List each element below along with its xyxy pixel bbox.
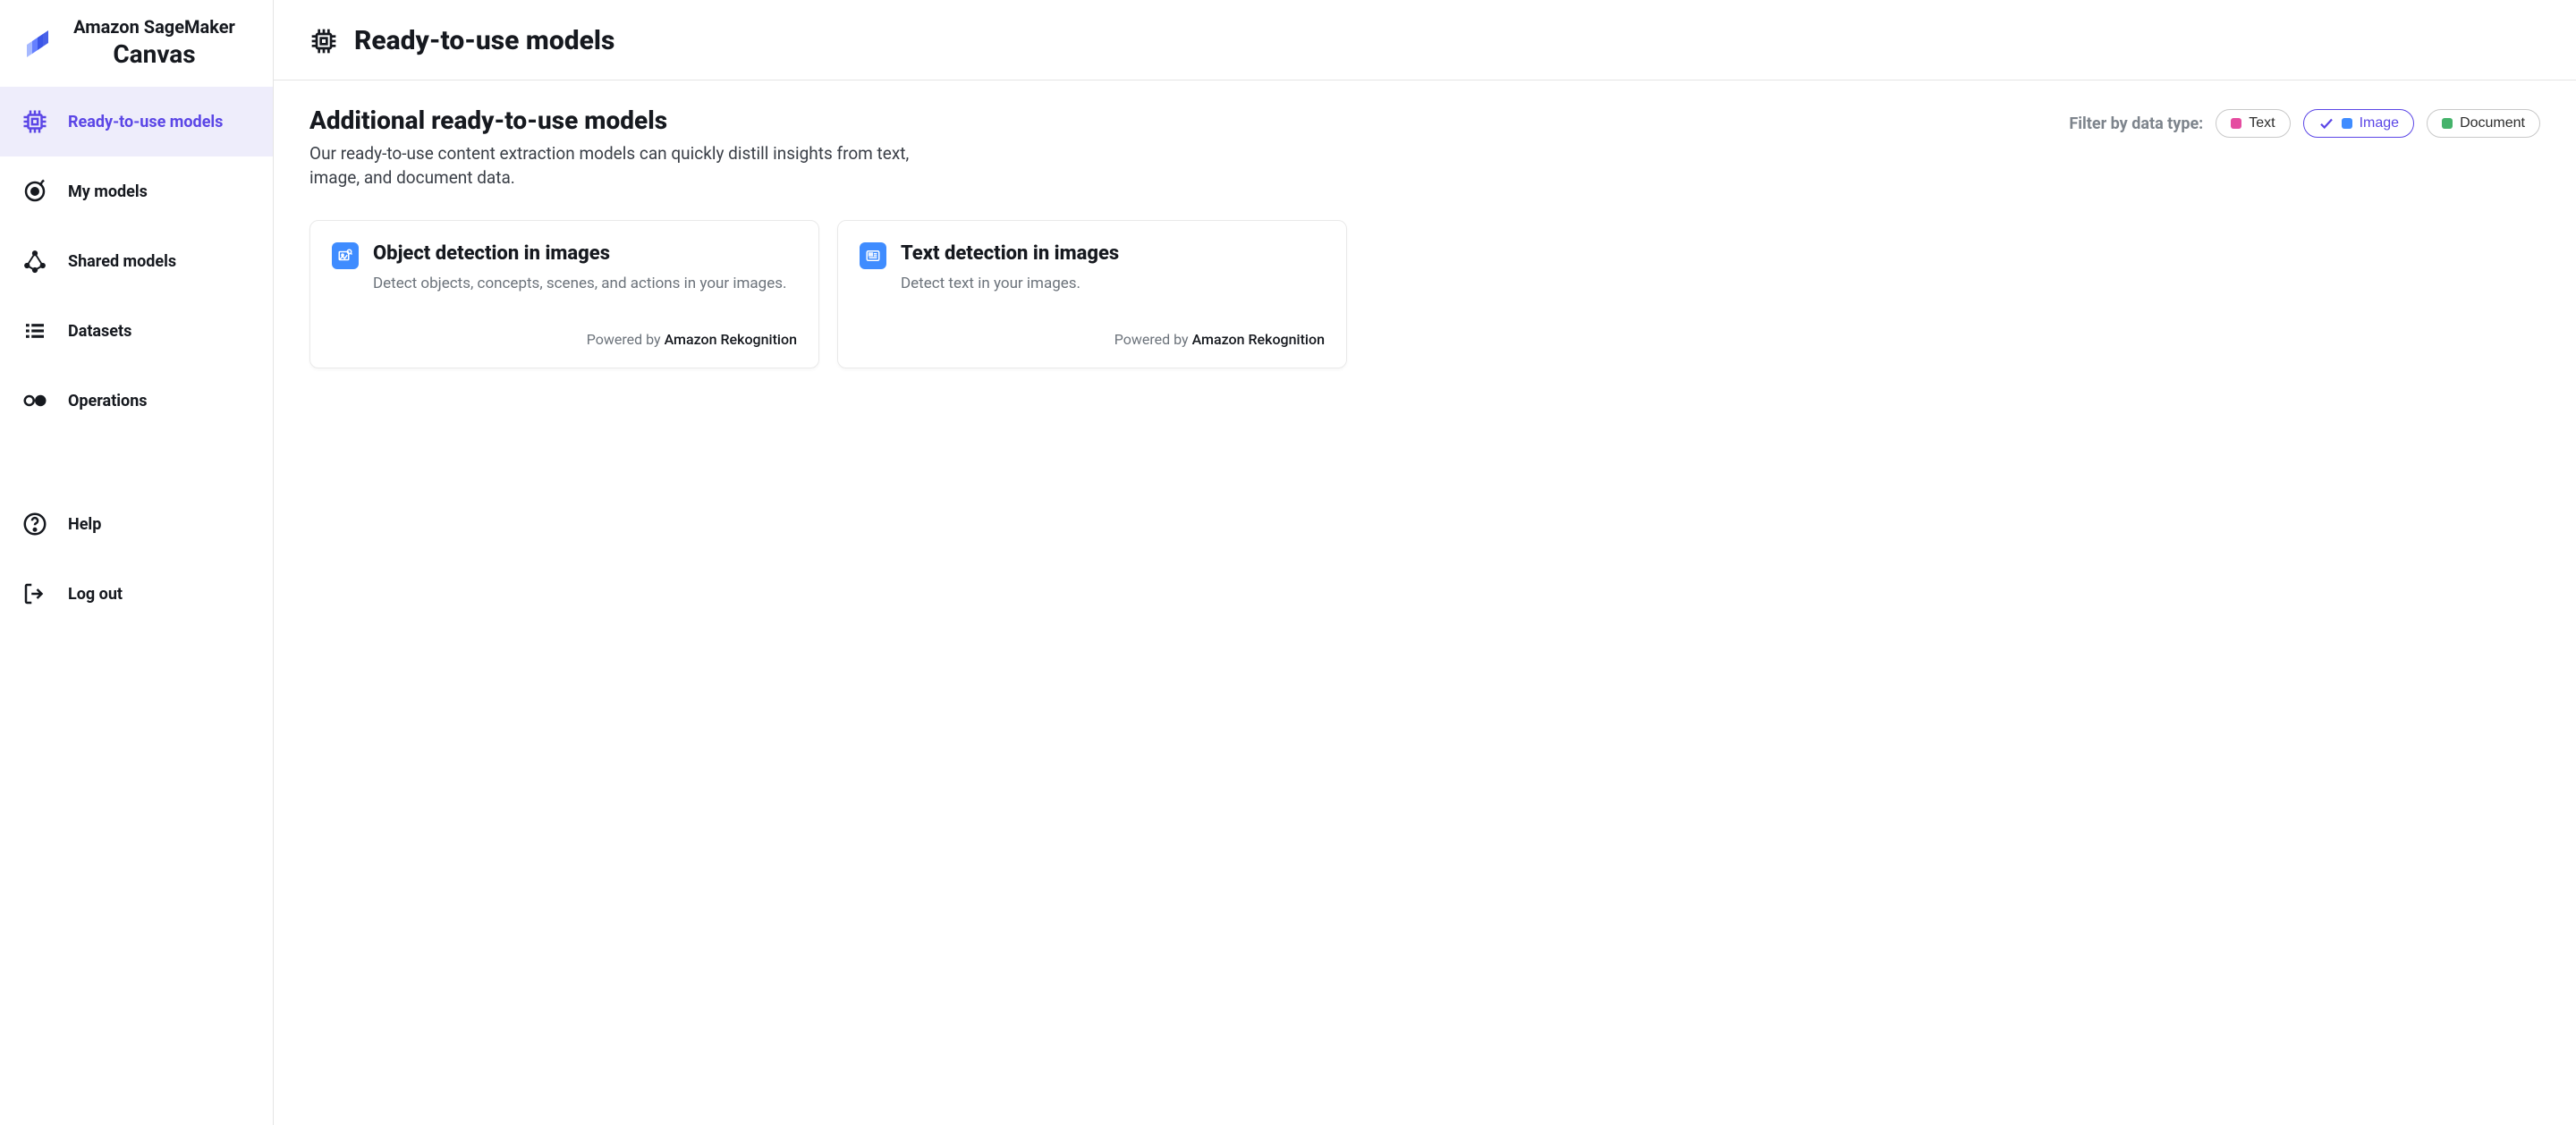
sidebar-item-label: My models <box>68 182 148 201</box>
image-text-icon <box>860 242 886 269</box>
sidebar-item-operations[interactable]: Operations <box>0 366 273 436</box>
sidebar-item-label: Log out <box>68 585 123 604</box>
section-head-left: Additional ready-to-use models Our ready… <box>309 106 918 190</box>
filter-chip-label: Image <box>2360 115 2399 131</box>
swatch-icon <box>2231 118 2241 129</box>
filters: Filter by data type: Text Image Document <box>2069 109 2540 138</box>
nav: Ready-to-use models My models Shared mod… <box>0 87 273 629</box>
provider-name: Amazon Rekognition <box>665 331 797 348</box>
brand: Amazon SageMaker Canvas <box>0 16 273 87</box>
section-title: Additional ready-to-use models <box>309 106 918 135</box>
filter-chip-label: Text <box>2249 115 2275 131</box>
sidebar-item-shared-models[interactable]: Shared models <box>0 226 273 296</box>
swatch-icon <box>2442 118 2453 129</box>
help-icon <box>21 511 48 537</box>
card-title: Text detection in images <box>901 242 1325 265</box>
network-icon <box>21 248 48 275</box>
page-header: Ready-to-use models <box>274 0 2576 80</box>
powered-by-prefix: Powered by <box>1114 331 1192 348</box>
card-top: Object detection in images Detect object… <box>332 242 797 295</box>
image-search-icon <box>332 242 359 269</box>
filter-chip-image[interactable]: Image <box>2303 109 2414 138</box>
target-icon <box>21 178 48 205</box>
list-icon <box>21 317 48 344</box>
canvas-logo-icon <box>21 25 54 57</box>
sidebar-item-datasets[interactable]: Datasets <box>0 296 273 366</box>
sidebar-item-label: Ready-to-use models <box>68 113 223 131</box>
filter-chip-document[interactable]: Document <box>2427 109 2540 138</box>
filter-chip-text[interactable]: Text <box>2216 109 2290 138</box>
operations-icon <box>21 387 48 414</box>
card-top: Text detection in images Detect text in … <box>860 242 1325 295</box>
card-footer: Powered by Amazon Rekognition <box>332 331 797 348</box>
card-title: Object detection in images <box>373 242 797 265</box>
logout-icon <box>21 580 48 607</box>
sidebar-item-help[interactable]: Help <box>0 489 273 559</box>
content: Additional ready-to-use models Our ready… <box>274 80 2576 393</box>
brand-line2: Canvas <box>54 39 255 69</box>
nav-spacer <box>0 436 273 489</box>
sidebar-item-ready-to-use[interactable]: Ready-to-use models <box>0 87 273 156</box>
card-desc: Detect text in your images. <box>901 274 1325 295</box>
provider-name: Amazon Rekognition <box>1192 331 1325 348</box>
brand-line1: Amazon SageMaker <box>54 16 255 38</box>
brand-text: Amazon SageMaker Canvas <box>54 16 255 69</box>
model-card-text-detection[interactable]: Text detection in images Detect text in … <box>837 220 1347 368</box>
cards-row: Object detection in images Detect object… <box>309 220 2540 368</box>
card-body: Object detection in images Detect object… <box>373 242 797 295</box>
chip-icon <box>309 27 338 55</box>
page-title: Ready-to-use models <box>354 25 614 56</box>
powered-by-prefix: Powered by <box>587 331 665 348</box>
chip-icon <box>21 108 48 135</box>
card-desc: Detect objects, concepts, scenes, and ac… <box>373 274 797 295</box>
sidebar-item-my-models[interactable]: My models <box>0 156 273 226</box>
sidebar-item-label: Operations <box>68 392 148 410</box>
card-footer: Powered by Amazon Rekognition <box>860 331 1325 348</box>
sidebar-item-logout[interactable]: Log out <box>0 559 273 629</box>
check-icon <box>2318 115 2334 131</box>
sidebar-item-label: Datasets <box>68 322 131 341</box>
section-desc: Our ready-to-use content extraction mode… <box>309 142 918 190</box>
sidebar-item-label: Help <box>68 515 101 534</box>
sidebar: Amazon SageMaker Canvas Ready-to-use mod… <box>0 0 274 1125</box>
section-head: Additional ready-to-use models Our ready… <box>309 106 2540 190</box>
swatch-icon <box>2342 118 2352 129</box>
main: Ready-to-use models Additional ready-to-… <box>274 0 2576 1125</box>
sidebar-item-label: Shared models <box>68 252 176 271</box>
filter-chip-label: Document <box>2460 115 2525 131</box>
card-body: Text detection in images Detect text in … <box>901 242 1325 295</box>
filter-label: Filter by data type: <box>2069 114 2203 133</box>
model-card-object-detection[interactable]: Object detection in images Detect object… <box>309 220 819 368</box>
